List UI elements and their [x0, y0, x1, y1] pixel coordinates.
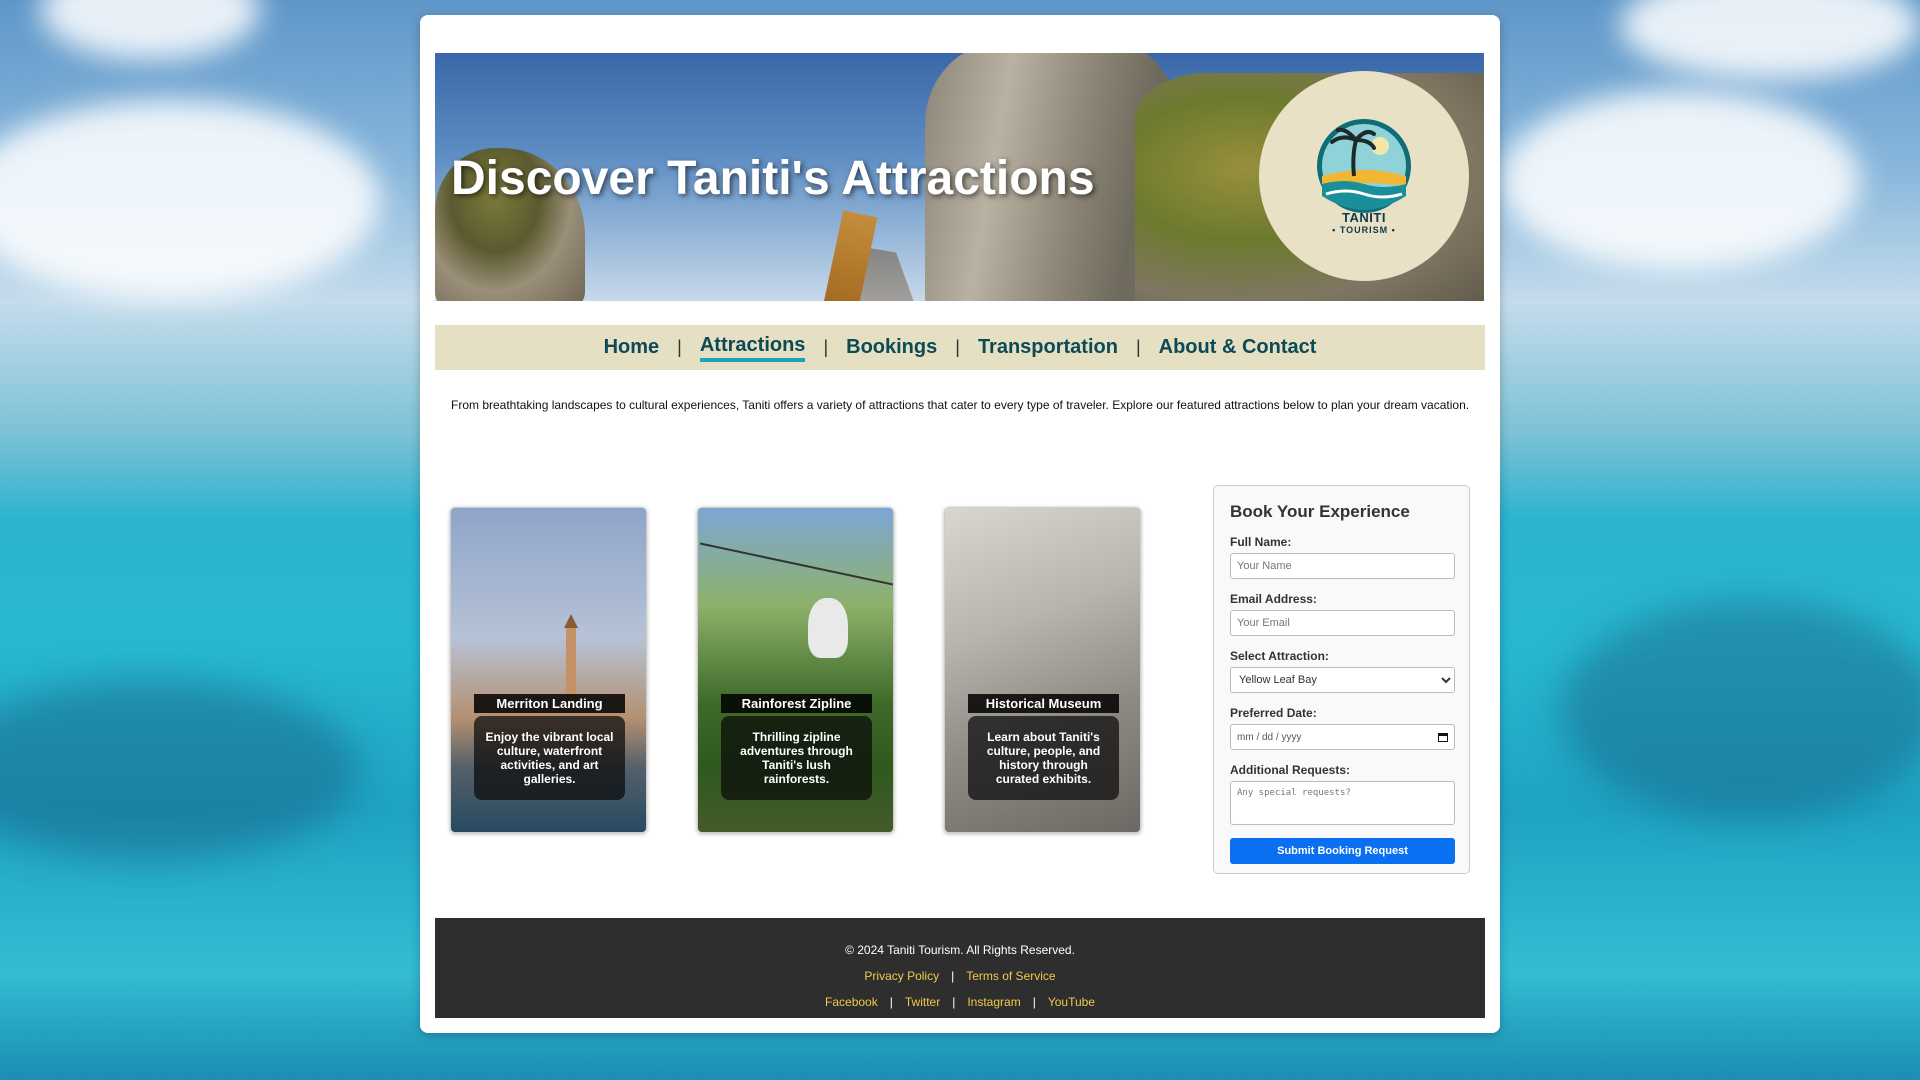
youtube-link[interactable]: YouTube [1048, 995, 1095, 1009]
nav-transportation[interactable]: Transportation [978, 336, 1118, 359]
card-image-zipliner [808, 598, 848, 658]
palm-island-logo-icon [1317, 119, 1411, 213]
footer-separator: | [1032, 995, 1036, 1009]
email-input[interactable] [1230, 610, 1455, 636]
additional-requests-textarea[interactable] [1230, 781, 1455, 825]
attraction-card-rainforest-zipline[interactable]: Rainforest Zipline Thrilling zipline adv… [697, 507, 894, 833]
email-label: Email Address: [1230, 592, 1317, 606]
attraction-card-description: Thrilling zipline adventures through Tan… [721, 716, 872, 800]
instagram-link[interactable]: Instagram [967, 995, 1020, 1009]
background-cloud [1500, 90, 1860, 270]
nav-separator: | [955, 337, 960, 357]
logo-wordmark: TANITI • TOURISM • [1332, 210, 1396, 236]
booking-form: Book Your Experience Full Name: Email Ad… [1213, 485, 1470, 874]
background-reef [0, 680, 360, 860]
nav-separator: | [677, 337, 682, 357]
footer-separator: | [951, 969, 955, 983]
background-cloud [0, 100, 380, 300]
preferred-date-label: Preferred Date: [1230, 706, 1317, 720]
page-title: Discover Taniti's Attractions [451, 152, 1095, 205]
full-name-input[interactable] [1230, 553, 1455, 579]
footer-legal-links: Privacy Policy | Terms of Service [435, 969, 1485, 983]
twitter-link[interactable]: Twitter [905, 995, 940, 1009]
attraction-card-title: Rainforest Zipline [721, 694, 872, 713]
main-nav: Home | Attractions | Bookings | Transpor… [435, 325, 1485, 370]
attraction-card-historical-museum[interactable]: Historical Museum Learn about Taniti's c… [944, 507, 1141, 833]
intro-text: From breathtaking landscapes to cultural… [451, 398, 1470, 412]
hero-banner: Discover Taniti's Attractions TANITI • T… [435, 53, 1484, 301]
nav-about-contact[interactable]: About & Contact [1159, 336, 1317, 359]
facebook-link[interactable]: Facebook [825, 995, 878, 1009]
site-footer: © 2024 Taniti Tourism. All Rights Reserv… [435, 918, 1485, 1018]
attraction-card-merriton-landing[interactable]: Merriton Landing Enjoy the vibrant local… [450, 507, 647, 833]
submit-booking-button[interactable]: Submit Booking Request [1230, 838, 1455, 864]
privacy-policy-link[interactable]: Privacy Policy [864, 969, 939, 983]
nav-separator: | [1135, 337, 1141, 357]
preferred-date-input[interactable]: mm / dd / yyyy [1230, 724, 1455, 750]
logo-name: TANITI [1342, 210, 1386, 225]
page-container: Discover Taniti's Attractions TANITI • T… [420, 15, 1500, 1033]
calendar-icon[interactable] [1438, 732, 1448, 742]
card-image-zipline-wire [699, 542, 893, 586]
terms-of-service-link[interactable]: Terms of Service [966, 969, 1055, 983]
full-name-label: Full Name: [1230, 535, 1292, 549]
attraction-select-label: Select Attraction: [1230, 649, 1329, 663]
footer-copyright: © 2024 Taniti Tourism. All Rights Reserv… [845, 943, 1075, 957]
attraction-card-description: Enjoy the vibrant local culture, waterfr… [474, 716, 625, 800]
date-placeholder: mm / dd / yyyy [1237, 731, 1302, 743]
nav-separator: | [823, 337, 829, 357]
footer-separator: | [952, 995, 956, 1009]
attraction-card-description: Learn about Taniti's culture, people, an… [968, 716, 1119, 800]
attraction-select[interactable]: Yellow Leaf Bay [1230, 667, 1455, 693]
booking-form-heading: Book Your Experience [1230, 502, 1410, 521]
footer-social-links: Facebook | Twitter | Instagram | YouTube [435, 995, 1485, 1009]
attraction-card-title: Merriton Landing [474, 694, 625, 713]
nav-home[interactable]: Home [604, 336, 660, 359]
additional-requests-label: Additional Requests: [1230, 763, 1351, 777]
nav-attractions[interactable]: Attractions [699, 334, 806, 362]
background-cloud [40, 0, 260, 60]
background-reef [1560, 600, 1920, 820]
nav-bookings[interactable]: Bookings [846, 336, 937, 359]
site-logo[interactable]: TANITI • TOURISM • [1259, 71, 1469, 281]
footer-separator: | [889, 995, 893, 1009]
background-cloud [1620, 0, 1920, 80]
logo-subtitle: • TOURISM • [1332, 225, 1396, 235]
attraction-card-title: Historical Museum [968, 694, 1119, 713]
